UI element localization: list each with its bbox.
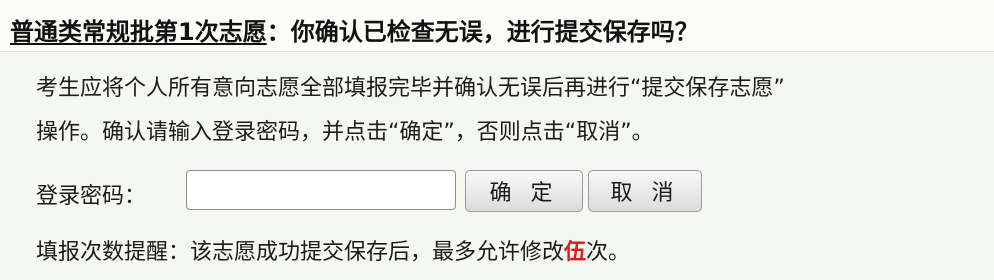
volunteer-batch-link[interactable]: 普通类常规批第1次志愿 [10, 18, 267, 46]
reminder-count: 伍 [564, 240, 587, 265]
cancel-button[interactable]: 取 消 [588, 170, 702, 212]
reminder-prefix: 填报次数提醒：该志愿成功提交保存后，最多允许修改 [36, 240, 565, 265]
dialog-body: 考生应将个人所有意向志愿全部填报完毕并确认无误后再进行“提交保存志愿” 操作。确… [0, 52, 994, 280]
password-label: 登录密码： [36, 184, 147, 209]
title-question: ：你确认已检查无误，进行提交保存吗？ [266, 18, 699, 46]
instruction-line-1: 考生应将个人所有意向志愿全部填报完毕并确认无误后再进行“提交保存志愿” [36, 76, 785, 101]
reminder-suffix: 次。 [586, 240, 631, 265]
instruction-line-2: 操作。确认请输入登录密码，并点击“确定”，否则点击“取消”。 [36, 120, 654, 145]
dialog-header: 普通类常规批第1次志愿：你确认已检查无误，进行提交保存吗？ [0, 0, 994, 52]
confirm-button[interactable]: 确 定 [465, 170, 583, 212]
dialog-title: 普通类常规批第1次志愿：你确认已检查无误，进行提交保存吗？ [10, 12, 699, 47]
password-input[interactable] [186, 170, 456, 210]
submission-count-reminder: 填报次数提醒：该志愿成功提交保存后，最多允许修改伍次。 [36, 234, 630, 266]
